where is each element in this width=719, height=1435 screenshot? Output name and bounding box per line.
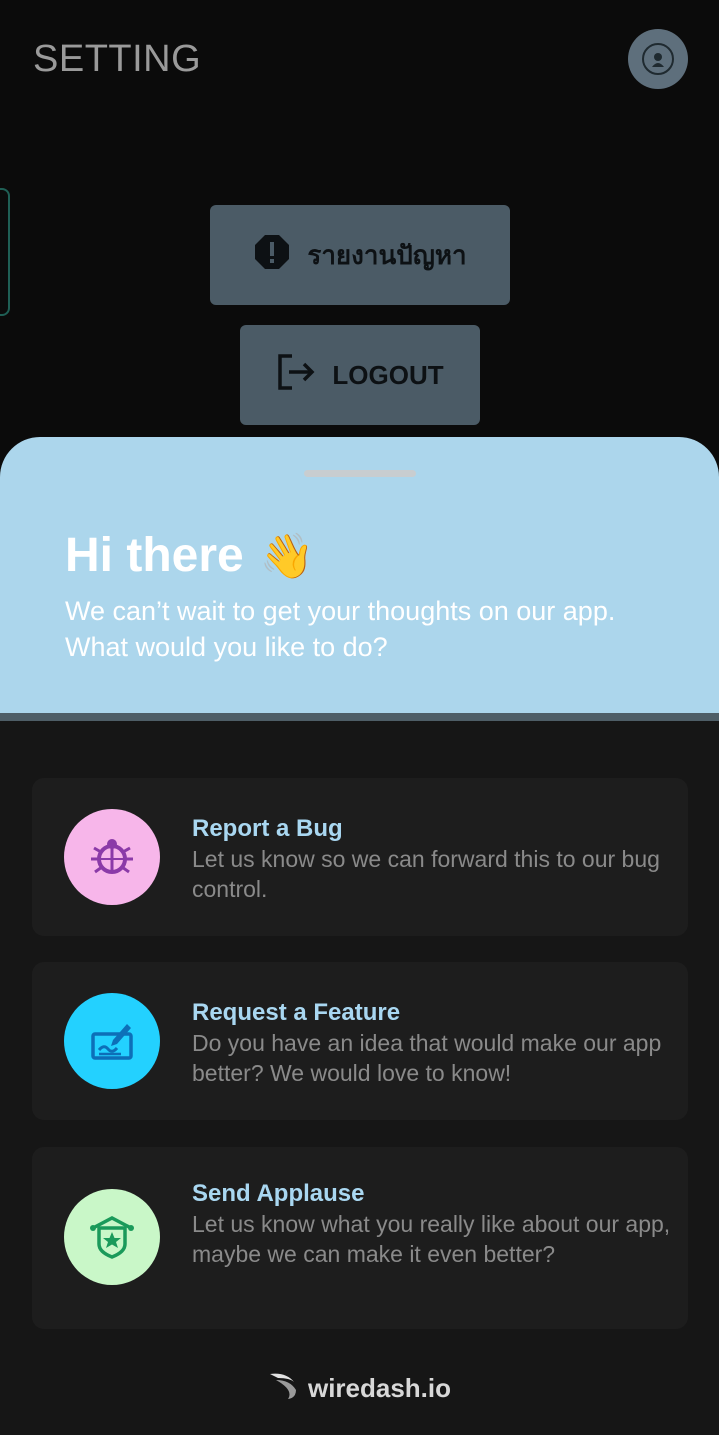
page-title: SETTING bbox=[33, 38, 202, 80]
logout-button[interactable]: LOGOUT bbox=[240, 325, 480, 425]
report-problem-button[interactable]: รายงานปัญหา bbox=[210, 205, 510, 305]
sheet-title: Hi there 👋 bbox=[65, 528, 315, 583]
avatar[interactable] bbox=[628, 29, 688, 89]
report-problem-label: รายงานปัญหา bbox=[307, 239, 467, 270]
sheet-header: Hi there 👋 We can’t wait to get your tho… bbox=[0, 437, 719, 721]
feature-idea-icon bbox=[64, 993, 160, 1089]
option-title: Report a Bug bbox=[192, 815, 343, 842]
alert-icon bbox=[253, 233, 291, 278]
applause-badge-icon bbox=[64, 1189, 160, 1285]
waving-hand-icon: 👋 bbox=[259, 531, 315, 581]
profile-icon bbox=[642, 43, 674, 75]
wiredash-logo-icon bbox=[268, 1370, 298, 1407]
side-drawer-tab[interactable] bbox=[0, 188, 10, 316]
sheet-title-text: Hi there bbox=[65, 529, 244, 582]
logout-label: LOGOUT bbox=[332, 359, 444, 390]
brand-text: wiredash.io bbox=[307, 1373, 452, 1403]
send-applause-option[interactable]: Send Applause Let us know what you reall… bbox=[32, 1147, 688, 1329]
bug-icon bbox=[64, 809, 160, 905]
feedback-sheet: Hi there 👋 We can’t wait to get your tho… bbox=[0, 437, 719, 1435]
wiredash-brand[interactable]: wiredash.io bbox=[0, 1370, 719, 1407]
sheet-subtitle: We can’t wait to get your thoughts on ou… bbox=[65, 596, 616, 662]
logout-icon bbox=[276, 353, 316, 398]
option-description: Do you have an idea that would make our … bbox=[192, 1030, 662, 1086]
report-bug-option[interactable]: Report a Bug Let us know so we can forwa… bbox=[32, 778, 688, 936]
option-title: Send Applause bbox=[192, 1180, 365, 1207]
option-description: Let us know what you really like about o… bbox=[192, 1211, 671, 1267]
drag-handle[interactable] bbox=[304, 470, 416, 477]
option-title: Request a Feature bbox=[192, 999, 401, 1026]
screen: SETTING รายงานปัญหา LOGOUT Hi there 👋 We… bbox=[0, 0, 719, 1435]
option-description: Let us know so we can forward this to ou… bbox=[192, 846, 660, 902]
request-feature-option[interactable]: Request a Feature Do you have an idea th… bbox=[32, 962, 688, 1120]
